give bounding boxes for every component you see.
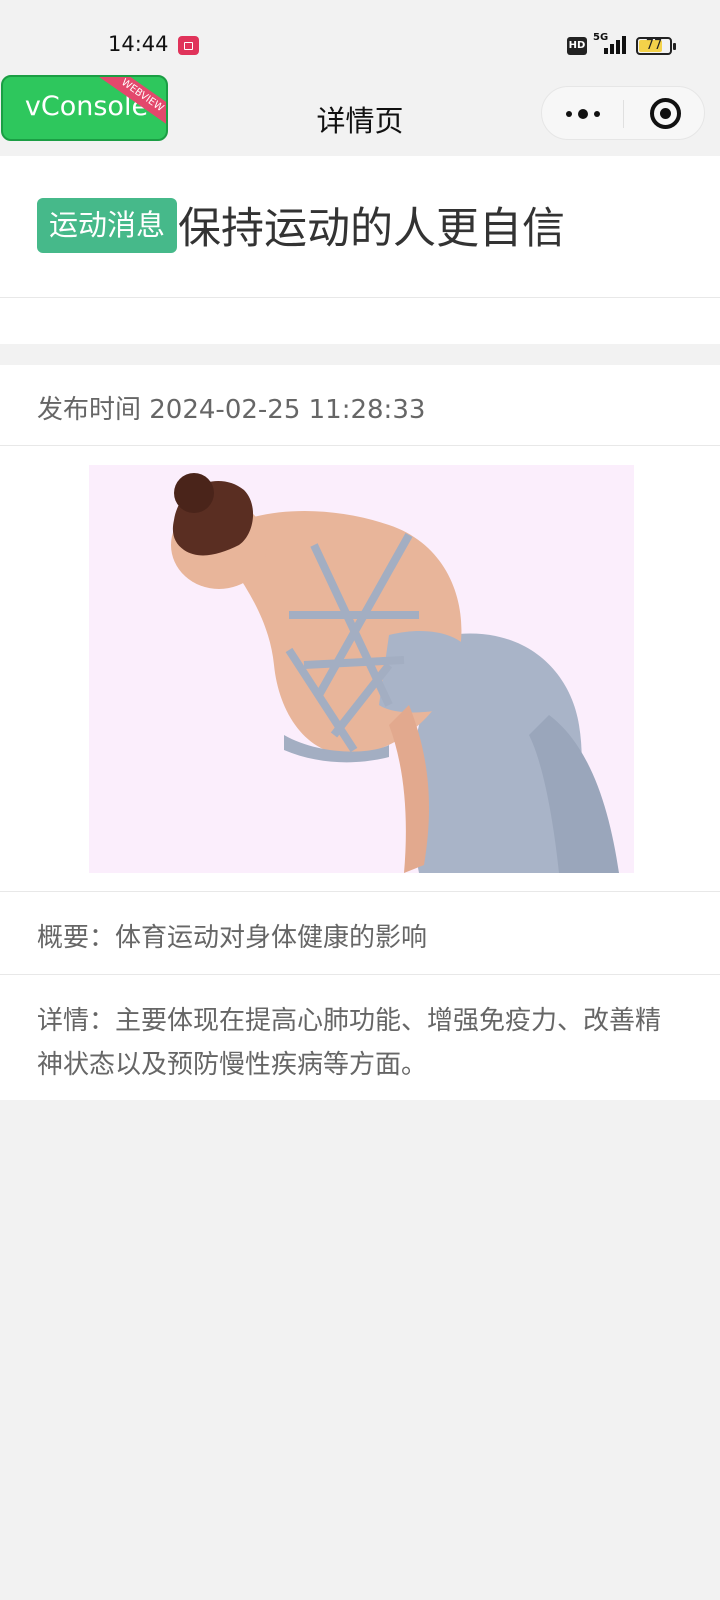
summary-text: 概要：体育运动对身体健康的影响 xyxy=(37,923,428,953)
article-title: 保持运动的人更自信 xyxy=(178,204,565,254)
category-tag: 运动消息 xyxy=(37,198,177,253)
hd-icon: HD xyxy=(567,37,587,55)
status-time: 14:44 xyxy=(108,32,169,56)
article-image xyxy=(89,465,634,873)
vconsole-button[interactable]: vConsole WEBVIEW xyxy=(1,75,168,141)
detail-text: 详情：主要体现在提高心肺功能、增强免疫力、改善精神状态以及预防慢性疾病等方面。 xyxy=(37,1006,662,1080)
article-title-card: 运动消息 保持运动的人更自信 xyxy=(0,156,720,298)
close-target-icon[interactable] xyxy=(650,98,681,129)
summary-row: 概要：体育运动对身体健康的影响 xyxy=(0,892,720,975)
battery-icon: 77 xyxy=(636,37,676,55)
article-image-card xyxy=(0,446,720,892)
mini-program-capsule xyxy=(541,86,705,140)
screen-record-icon xyxy=(178,36,199,55)
publish-time: 发布时间 2024-02-25 11:28:33 xyxy=(37,395,426,425)
capsule-divider xyxy=(623,100,624,128)
signal-icon xyxy=(604,36,628,54)
more-icon[interactable] xyxy=(566,109,600,119)
detail-row: 详情：主要体现在提高心肺功能、增强免疫力、改善精神状态以及预防慢性疾病等方面。 xyxy=(0,975,720,1100)
battery-level-text: 77 xyxy=(645,38,663,53)
fitness-woman-illustration xyxy=(171,473,619,873)
status-bar: 14:44 HD 5G 77 xyxy=(0,0,720,80)
publish-time-row: 发布时间 2024-02-25 11:28:33 xyxy=(0,365,720,446)
blank-row xyxy=(0,298,720,344)
